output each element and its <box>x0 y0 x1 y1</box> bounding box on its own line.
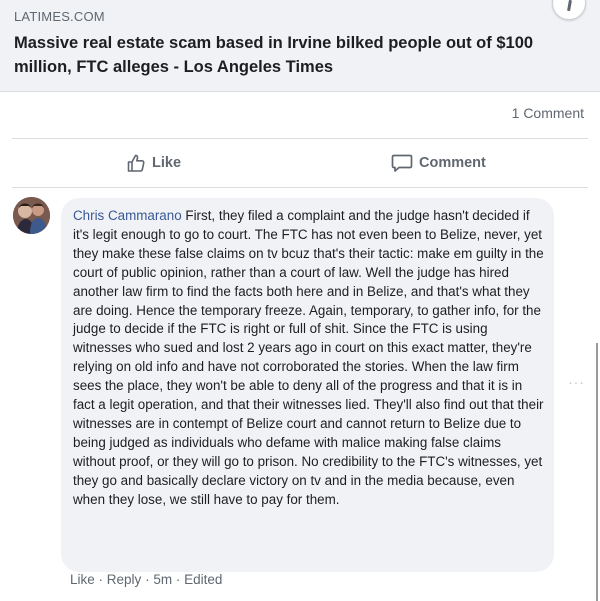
meta-separator: · <box>145 572 150 587</box>
like-label: Like <box>152 155 182 171</box>
preview-options-button[interactable] <box>552 0 586 20</box>
comment-text: First, they filed a complaint and the ju… <box>73 208 544 507</box>
comment-button[interactable]: Comment <box>391 150 486 176</box>
comment-meta: Like · Reply · 5m · Edited <box>70 572 222 587</box>
like-button[interactable]: Like <box>126 150 181 176</box>
link-preview[interactable]: LATIMES.COM Massive real estate scam bas… <box>0 0 600 92</box>
thumbs-up-icon <box>127 154 145 172</box>
comment-label: Comment <box>419 155 486 171</box>
meta-separator: · <box>98 572 104 587</box>
divider <box>12 138 588 139</box>
meta-separator: · <box>175 572 181 587</box>
scrollbar[interactable] <box>596 343 598 601</box>
more-options-icon[interactable]: ··· <box>568 374 585 390</box>
profile-photo <box>13 197 50 234</box>
divider <box>12 187 588 188</box>
comment-count[interactable]: 1 Comment <box>512 105 584 121</box>
comment-author[interactable]: Chris Cammarano <box>73 208 182 223</box>
comment-like-link[interactable]: Like <box>70 572 95 587</box>
link-title[interactable]: Massive real estate scam based in Irvine… <box>14 31 589 79</box>
comment-bubble: Chris Cammarano First, they filed a comp… <box>61 198 554 572</box>
comment-edited-label[interactable]: Edited <box>184 572 222 587</box>
comment-timestamp[interactable]: 5m <box>153 572 172 587</box>
speech-bubble-icon <box>391 154 413 172</box>
link-source: LATIMES.COM <box>14 9 105 24</box>
avatar[interactable] <box>13 197 50 234</box>
comment-reply-link[interactable]: Reply <box>107 572 142 587</box>
pencil-icon <box>567 0 572 12</box>
